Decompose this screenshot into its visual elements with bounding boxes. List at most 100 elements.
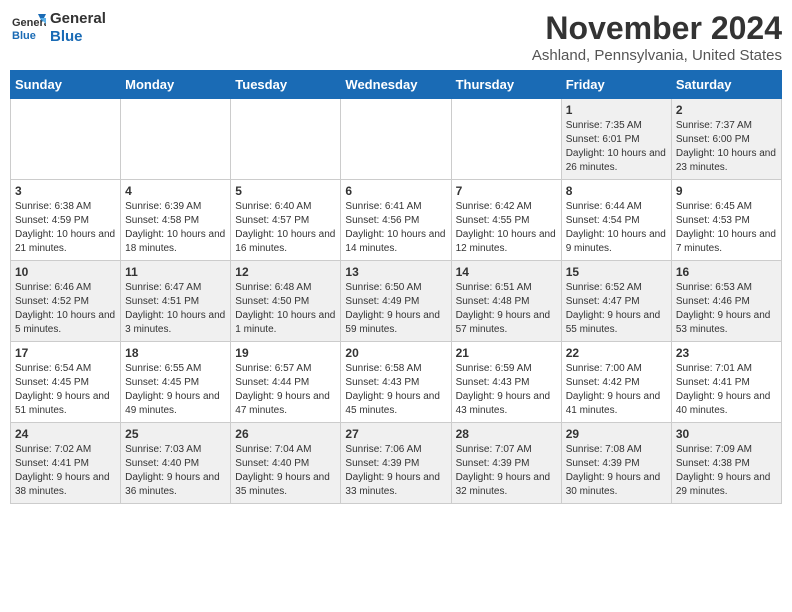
calendar-cell: 5Sunrise: 6:40 AM Sunset: 4:57 PM Daylig… xyxy=(231,180,341,261)
day-number: 30 xyxy=(676,427,777,441)
day-info: Sunrise: 7:08 AM Sunset: 4:39 PM Dayligh… xyxy=(566,443,667,499)
day-info: Sunrise: 7:02 AM Sunset: 4:41 PM Dayligh… xyxy=(15,443,116,499)
calendar-cell: 13 Sunrise: 6:50 AM Sunset: 4:49 PM Dayli… xyxy=(341,261,451,342)
calendar-cell xyxy=(121,99,231,180)
day-info: Sunrise: 6:50 AM Sunset: 4:49 PM Dayligh… xyxy=(345,281,446,337)
day-number: 6 xyxy=(345,184,446,198)
day-info: Sunrise: 6:38 AM Sunset: 4:59 PM Dayligh… xyxy=(15,200,116,256)
day-number: 18 xyxy=(125,346,226,360)
calendar-cell: 7 Sunrise: 6:42 AM Sunset: 4:55 PM Daylig… xyxy=(451,180,561,261)
day-header-wednesday: Wednesday xyxy=(341,71,451,99)
calendar-cell: 15 Sunrise: 6:52 AM Sunset: 4:47 PM Dayli… xyxy=(561,261,671,342)
calendar-cell: 1 Sunrise: 7:35 AM Sunset: 6:01 PM Daylig… xyxy=(561,99,671,180)
logo-icon: General Blue xyxy=(10,10,46,46)
day-info: Sunrise: 6:48 AM Sunset: 4:50 PM Dayligh… xyxy=(235,281,336,337)
calendar-cell: 21 Sunrise: 6:59 AM Sunset: 4:43 PM Dayli… xyxy=(451,342,561,423)
day-info: Sunrise: 7:06 AM Sunset: 4:39 PM Dayligh… xyxy=(345,443,446,499)
week-row-3: 10Sunrise: 6:46 AM Sunset: 4:52 PM Dayli… xyxy=(11,261,782,342)
week-row-2: 3Sunrise: 6:38 AM Sunset: 4:59 PM Daylig… xyxy=(11,180,782,261)
day-number: 1 xyxy=(566,103,667,117)
calendar-cell: 14 Sunrise: 6:51 AM Sunset: 4:48 PM Dayli… xyxy=(451,261,561,342)
logo-text-general: General xyxy=(50,10,106,28)
day-number: 20 xyxy=(345,346,446,360)
day-info: Sunrise: 7:35 AM Sunset: 6:01 PM Dayligh… xyxy=(566,119,667,175)
day-number: 2 xyxy=(676,103,777,117)
day-number: 29 xyxy=(566,427,667,441)
day-number: 24 xyxy=(15,427,116,441)
week-row-4: 17Sunrise: 6:54 AM Sunset: 4:45 PM Dayli… xyxy=(11,342,782,423)
day-number: 7 xyxy=(456,184,557,198)
calendar-table: SundayMondayTuesdayWednesdayThursdayFrid… xyxy=(10,70,782,504)
day-info: Sunrise: 6:39 AM Sunset: 4:58 PM Dayligh… xyxy=(125,200,226,256)
day-info: Sunrise: 6:41 AM Sunset: 4:56 PM Dayligh… xyxy=(345,200,446,256)
calendar-header-row: SundayMondayTuesdayWednesdayThursdayFrid… xyxy=(11,71,782,99)
day-info: Sunrise: 6:57 AM Sunset: 4:44 PM Dayligh… xyxy=(235,362,336,418)
calendar-cell: 24 Sunrise: 7:02 AM Sunset: 4:41 PM Dayli… xyxy=(11,423,121,504)
day-info: Sunrise: 6:45 AM Sunset: 4:53 PM Dayligh… xyxy=(676,200,777,256)
calendar-cell: 18 Sunrise: 6:55 AM Sunset: 4:45 PM Dayli… xyxy=(121,342,231,423)
calendar-cell: 29 Sunrise: 7:08 AM Sunset: 4:39 PM Dayli… xyxy=(561,423,671,504)
day-number: 10 xyxy=(15,265,116,279)
calendar-cell: 10Sunrise: 6:46 AM Sunset: 4:52 PM Dayli… xyxy=(11,261,121,342)
day-number: 22 xyxy=(566,346,667,360)
day-info: Sunrise: 7:01 AM Sunset: 4:41 PM Dayligh… xyxy=(676,362,777,418)
day-info: Sunrise: 6:52 AM Sunset: 4:47 PM Dayligh… xyxy=(566,281,667,337)
day-number: 12 xyxy=(235,265,336,279)
calendar-cell xyxy=(231,99,341,180)
logo: General Blue General Blue xyxy=(10,10,106,46)
day-info: Sunrise: 6:59 AM Sunset: 4:43 PM Dayligh… xyxy=(456,362,557,418)
day-info: Sunrise: 6:42 AM Sunset: 4:55 PM Dayligh… xyxy=(456,200,557,256)
day-header-sunday: Sunday xyxy=(11,71,121,99)
day-number: 13 xyxy=(345,265,446,279)
day-number: 8 xyxy=(566,184,667,198)
day-number: 26 xyxy=(235,427,336,441)
day-info: Sunrise: 6:47 AM Sunset: 4:51 PM Dayligh… xyxy=(125,281,226,337)
calendar-cell: 22Sunrise: 7:00 AM Sunset: 4:42 PM Dayli… xyxy=(561,342,671,423)
day-info: Sunrise: 6:55 AM Sunset: 4:45 PM Dayligh… xyxy=(125,362,226,418)
calendar-cell: 12 Sunrise: 6:48 AM Sunset: 4:50 PM Dayli… xyxy=(231,261,341,342)
subtitle: Ashland, Pennsylvania, United States xyxy=(532,47,782,64)
header: General Blue General Blue November 2024 … xyxy=(10,10,782,64)
day-number: 11 xyxy=(125,265,226,279)
day-number: 17 xyxy=(15,346,116,360)
day-info: Sunrise: 6:58 AM Sunset: 4:43 PM Dayligh… xyxy=(345,362,446,418)
day-number: 28 xyxy=(456,427,557,441)
calendar-cell: 4 Sunrise: 6:39 AM Sunset: 4:58 PM Daylig… xyxy=(121,180,231,261)
calendar-cell: 23 Sunrise: 7:01 AM Sunset: 4:41 PM Dayli… xyxy=(671,342,781,423)
day-header-friday: Friday xyxy=(561,71,671,99)
day-info: Sunrise: 6:51 AM Sunset: 4:48 PM Dayligh… xyxy=(456,281,557,337)
day-number: 16 xyxy=(676,265,777,279)
calendar-cell: 26 Sunrise: 7:04 AM Sunset: 4:40 PM Dayli… xyxy=(231,423,341,504)
day-number: 4 xyxy=(125,184,226,198)
day-info: Sunrise: 6:40 AM Sunset: 4:57 PM Dayligh… xyxy=(235,200,336,256)
calendar-cell: 17Sunrise: 6:54 AM Sunset: 4:45 PM Dayli… xyxy=(11,342,121,423)
svg-text:Blue: Blue xyxy=(12,30,36,42)
calendar-cell: 27Sunrise: 7:06 AM Sunset: 4:39 PM Dayli… xyxy=(341,423,451,504)
calendar-cell: 3Sunrise: 6:38 AM Sunset: 4:59 PM Daylig… xyxy=(11,180,121,261)
calendar-cell: 30 Sunrise: 7:09 AM Sunset: 4:38 PM Dayli… xyxy=(671,423,781,504)
calendar-cell xyxy=(451,99,561,180)
calendar-cell xyxy=(11,99,121,180)
week-row-1: 1 Sunrise: 7:35 AM Sunset: 6:01 PM Daylig… xyxy=(11,99,782,180)
calendar-cell xyxy=(341,99,451,180)
day-number: 23 xyxy=(676,346,777,360)
calendar-cell: 19 Sunrise: 6:57 AM Sunset: 4:44 PM Dayli… xyxy=(231,342,341,423)
day-number: 19 xyxy=(235,346,336,360)
calendar-cell: 16Sunrise: 6:53 AM Sunset: 4:46 PM Dayli… xyxy=(671,261,781,342)
day-header-tuesday: Tuesday xyxy=(231,71,341,99)
day-info: Sunrise: 7:04 AM Sunset: 4:40 PM Dayligh… xyxy=(235,443,336,499)
day-info: Sunrise: 7:09 AM Sunset: 4:38 PM Dayligh… xyxy=(676,443,777,499)
day-number: 15 xyxy=(566,265,667,279)
main-title: November 2024 xyxy=(532,10,782,47)
calendar-cell: 9 Sunrise: 6:45 AM Sunset: 4:53 PM Daylig… xyxy=(671,180,781,261)
day-header-saturday: Saturday xyxy=(671,71,781,99)
calendar-cell: 8Sunrise: 6:44 AM Sunset: 4:54 PM Daylig… xyxy=(561,180,671,261)
calendar-cell: 25Sunrise: 7:03 AM Sunset: 4:40 PM Dayli… xyxy=(121,423,231,504)
day-number: 21 xyxy=(456,346,557,360)
day-number: 14 xyxy=(456,265,557,279)
day-number: 25 xyxy=(125,427,226,441)
day-number: 9 xyxy=(676,184,777,198)
title-block: November 2024 Ashland, Pennsylvania, Uni… xyxy=(532,10,782,64)
logo-text-blue: Blue xyxy=(50,28,106,46)
calendar-cell: 2Sunrise: 7:37 AM Sunset: 6:00 PM Daylig… xyxy=(671,99,781,180)
